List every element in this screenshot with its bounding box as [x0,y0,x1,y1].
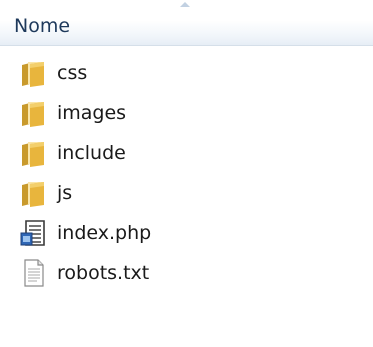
column-header-name[interactable]: Nome [0,0,373,46]
file-name: robots.txt [57,262,150,284]
file-name: index.php [57,222,152,244]
php-file-icon [20,220,45,246]
list-item-include[interactable]: include [0,134,373,174]
sort-ascending-icon [180,2,190,7]
folder-icon [22,142,44,167]
text-file-icon [24,259,44,287]
file-name: include [57,142,126,164]
list-item-index-php[interactable]: index.php [0,214,373,254]
list-item-css[interactable]: css [0,54,373,94]
file-name: images [57,102,127,124]
column-header-label: Nome [14,15,71,37]
list-item-robots-txt[interactable]: robots.txt [0,254,373,294]
file-name: js [57,182,73,204]
file-list: css images include js index.php robots.t… [0,54,373,294]
file-name: css [57,62,88,84]
folder-icon [22,62,44,87]
folder-icon [22,182,44,207]
folder-icon [22,102,44,127]
list-item-js[interactable]: js [0,174,373,214]
file-list-pane: Nome css images include js index.php rob… [0,0,373,347]
list-item-images[interactable]: images [0,94,373,134]
